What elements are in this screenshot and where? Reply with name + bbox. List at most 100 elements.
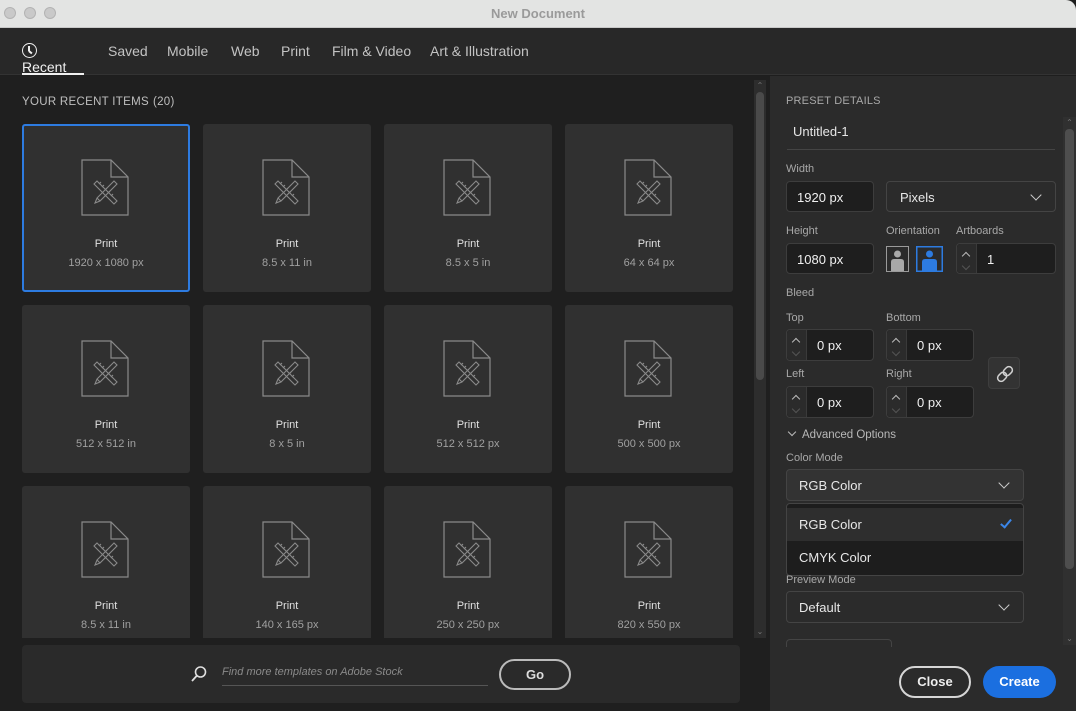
recent-item-name: Print [275,600,299,612]
scrollbar-thumb[interactable] [756,92,764,380]
scroll-down-arrow-icon[interactable]: ⌄ [1063,633,1076,645]
tab-recent[interactable]: Recent [22,43,84,75]
bleed-top-label: Top [786,312,804,324]
create-button[interactable]: Create [983,666,1056,698]
window-title: New Document [491,6,585,21]
adobe-stock-search-bar: Find more templates on Adobe Stock Go [22,645,740,703]
tab-print[interactable]: Print [281,43,310,75]
recent-item-card[interactable]: Print 8 x 5 in [203,305,371,473]
recent-item-name: Print [94,238,118,250]
artboards-value: 1 [987,252,995,267]
document-template-icon [81,159,129,216]
recent-item-size: 8 x 5 in [269,438,305,450]
stepper-arrows[interactable] [887,387,907,417]
recent-item-card[interactable]: Print 1920 x 1080 px [22,124,190,292]
chevron-up-icon[interactable] [961,251,971,261]
preview-mode-value: Default [799,600,841,615]
chevron-up-icon[interactable] [791,337,801,347]
recent-item-card[interactable]: Print 512 x 512 px [384,305,552,473]
menu-item-cmyk-color[interactable]: CMYK Color [787,541,1023,574]
color-mode-value: RGB Color [799,478,862,493]
stepper-arrows[interactable] [887,330,907,360]
scroll-up-arrow-icon[interactable]: ⌃ [754,80,766,92]
chevron-up-icon[interactable] [891,337,901,347]
recent-item-card[interactable]: Print 250 x 250 px [384,486,552,638]
recent-item-card[interactable]: Print 64 x 64 px [565,124,733,292]
recent-item-name: Print [456,238,480,250]
scroll-up-arrow-icon[interactable]: ⌃ [1063,117,1076,129]
link-bleed-button[interactable] [988,357,1020,389]
menu-item-label: CMYK Color [799,550,872,565]
units-dropdown[interactable]: Pixels [886,181,1056,212]
document-template-icon [443,340,491,397]
document-template-icon [624,521,672,578]
recent-heading-text: YOUR RECENT ITEMS [22,96,149,108]
landscape-orientation-icon[interactable] [916,246,943,272]
recent-item-card[interactable]: Print 512 x 512 in [22,305,190,473]
go-button[interactable]: Go [499,659,571,690]
stepper-arrows[interactable] [787,330,807,360]
tab-art-illustration[interactable]: Art & Illustration [430,43,529,75]
preview-mode-dropdown[interactable]: Default [786,591,1024,623]
chevron-down-icon[interactable] [961,261,971,271]
width-label: Width [786,163,815,175]
recent-item-name: Print [275,238,299,250]
recent-item-card[interactable]: Print 500 x 500 px [565,305,733,473]
document-name-input[interactable]: Untitled-1 [793,124,849,139]
recent-item-name: Print [94,419,118,431]
close-button[interactable]: Close [899,666,971,698]
category-tabs: Recent Saved Mobile Web Print Film & Vid… [0,28,1076,75]
clock-icon [22,43,37,58]
partially-visible-field [786,639,892,647]
tab-saved[interactable]: Saved [108,43,148,75]
scroll-down-arrow-icon[interactable]: ⌄ [754,626,766,638]
document-name-underline [787,149,1055,150]
stepper-arrows[interactable] [787,387,807,417]
recent-item-card[interactable]: Print 820 x 550 px [565,486,733,638]
scrollbar-thumb[interactable] [1065,129,1074,569]
tab-mobile[interactable]: Mobile [167,43,208,75]
color-mode-dropdown[interactable]: RGB Color [786,469,1024,501]
chevron-up-icon[interactable] [791,394,801,404]
stock-search-input[interactable]: Find more templates on Adobe Stock [222,660,488,686]
menu-item-label: RGB Color [799,517,862,532]
recent-item-card[interactable]: Print 8.5 x 5 in [384,124,552,292]
advanced-options-toggle[interactable]: Advanced Options [787,427,896,441]
height-input[interactable]: 1080 px [786,243,874,274]
chevron-down-icon[interactable] [791,347,801,357]
tab-label: Recent [22,59,67,75]
artboards-stepper[interactable]: 1 [956,243,1056,274]
bleed-bottom-stepper[interactable]: 0 px [886,329,974,361]
advanced-options-label: Advanced Options [802,429,896,441]
menu-item-rgb-color[interactable]: RGB Color [787,508,1023,541]
preset-details-heading: PRESET DETAILS [786,95,881,107]
portrait-orientation-icon[interactable] [886,246,909,272]
chevron-up-icon[interactable] [891,394,901,404]
tab-web[interactable]: Web [231,43,260,75]
recent-item-size: 500 x 500 px [617,438,681,450]
search-icon [191,666,207,682]
recent-item-size: 64 x 64 px [623,257,675,269]
bleed-left-label: Left [786,368,805,380]
preset-scrollbar[interactable]: ⌃ ⌄ [1063,117,1076,645]
artboards-label: Artboards [956,225,1004,237]
bleed-right-stepper[interactable]: 0 px [886,386,974,418]
bleed-left-stepper[interactable]: 0 px [786,386,874,418]
recent-item-card[interactable]: Print 8.5 x 11 in [22,486,190,638]
recent-item-name: Print [637,600,661,612]
recent-item-card[interactable]: Print 8.5 x 11 in [203,124,371,292]
color-mode-menu: RGB Color CMYK Color [786,503,1024,576]
width-input[interactable]: 1920 px [786,181,874,212]
document-template-icon [262,340,310,397]
tab-film-video[interactable]: Film & Video [332,43,411,75]
chevron-down-icon[interactable] [791,404,801,414]
recent-item-card[interactable]: Print 140 x 165 px [203,486,371,638]
stepper-arrows[interactable] [957,244,977,273]
document-template-icon [262,521,310,578]
color-mode-label: Color Mode [786,452,843,464]
bleed-top-stepper[interactable]: 0 px [786,329,874,361]
chevron-down-icon[interactable] [891,347,901,357]
document-template-icon [262,159,310,216]
chevron-down-icon[interactable] [891,404,901,414]
recent-scrollbar[interactable]: ⌃ ⌄ [754,80,766,638]
